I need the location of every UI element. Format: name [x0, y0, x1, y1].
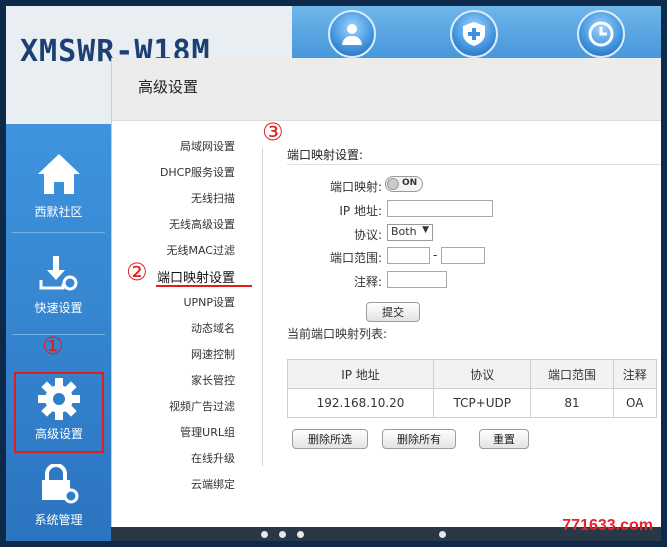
submit-button[interactable]: 提交 [366, 302, 420, 322]
submenu-item[interactable]: 动态域名 [117, 320, 257, 336]
nav-item-system-management[interactable]: 系统管理 [6, 463, 111, 528]
table-row[interactable]: 192.168.10.20 TCP+UDP 81 OA [286, 388, 658, 418]
download-gear-icon [39, 256, 77, 291]
lock-gear-icon [41, 463, 78, 504]
home-icon [37, 154, 80, 194]
carousel-dot[interactable] [439, 531, 446, 538]
submenu-item[interactable]: 管理URL组 [117, 424, 257, 440]
ip-label: IP 地址: [339, 204, 382, 218]
row-protocol: 协议: Both ▼ [287, 222, 661, 244]
range-label: 端口范围: [329, 251, 382, 265]
submenu-item[interactable]: 在线升级 [117, 450, 257, 466]
submenu-item[interactable]: 云端绑定 [117, 476, 257, 492]
col-port-range: 端口范围 [530, 359, 614, 389]
submenu-item[interactable]: 无线扫描 [117, 190, 257, 206]
nav-item-quick-setup[interactable]: 快速设置 [6, 254, 111, 316]
submenu-item[interactable]: 无线高级设置 [117, 216, 257, 232]
section-divider [287, 164, 661, 165]
port-map-label: 端口映射: [329, 180, 382, 194]
delete-all-button[interactable]: 删除所有 [382, 429, 456, 449]
ip-address-input[interactable] [387, 200, 493, 217]
row-note: 注释: [287, 269, 661, 291]
section-title: 端口映射设置: [287, 148, 364, 162]
submenu-item[interactable]: 局域网设置 [117, 138, 257, 154]
nav-item-label: 系统管理 [34, 513, 83, 527]
port-range-start-input[interactable] [387, 247, 430, 264]
nav-item-advanced-settings[interactable]: 高级设置 [14, 372, 104, 453]
submenu-item[interactable]: 网速控制 [117, 346, 257, 362]
users-icon[interactable] [328, 10, 376, 58]
chevron-down-icon: ▼ [422, 225, 429, 235]
carousel-dot[interactable] [279, 531, 286, 538]
list-title: 当前端口映射列表: [287, 327, 388, 341]
row-ip: IP 地址: [287, 198, 661, 220]
port-map-toggle[interactable]: ON [385, 176, 423, 192]
toggle-state: ON [402, 178, 418, 188]
port-mapping-table: IP 地址 协议 端口范围 注释 192.168.10.20 TCP+UDP 8… [286, 359, 658, 418]
col-ip: IP 地址 [286, 359, 435, 389]
nav-item-community[interactable]: 西默社区 [6, 152, 111, 220]
cell-port-range: 81 [530, 388, 614, 418]
protocol-select[interactable]: Both ▼ [387, 224, 433, 241]
main-header: 高级设置 [112, 58, 661, 121]
col-protocol: 协议 [433, 359, 532, 389]
submenu-item[interactable]: 无线MAC过滤 [117, 242, 257, 258]
protocol-value: Both [391, 225, 417, 238]
submenu-item[interactable]: 视频广告过滤 [117, 398, 257, 414]
main-panel: 高级设置 局域网设置 DHCP服务设置 无线扫描 无线高级设置 无线MAC过滤 … [111, 58, 661, 527]
nav-item-label: 快速设置 [34, 301, 83, 315]
carousel-dot[interactable] [261, 531, 268, 538]
submenu-item[interactable]: 家长管控 [117, 372, 257, 388]
delete-selected-button[interactable]: 删除所选 [292, 429, 368, 449]
col-note: 注释 [612, 359, 658, 389]
toggle-knob [387, 178, 399, 190]
carousel-dot[interactable] [297, 531, 304, 538]
nav-item-label: 高级设置 [34, 427, 83, 441]
nav-divider [12, 232, 105, 233]
note-label: 注释: [353, 275, 382, 289]
annotation-marker-3: ③ [262, 118, 284, 146]
gear-icon [38, 378, 80, 420]
router-admin-window: XMSWR-W18M 西默社区 快速设置 高级设置 系统管理 ① 高级设置 局域… [6, 6, 661, 541]
table-header-row: IP 地址 协议 端口范围 注释 [286, 359, 658, 389]
cell-protocol: TCP+UDP [433, 388, 532, 418]
annotation-marker-1: ① [42, 332, 64, 360]
cell-note: OA [612, 388, 658, 418]
submenu-item[interactable]: UPNP设置 [117, 294, 257, 310]
submenu-divider [262, 148, 263, 466]
watermark: 771633.com [562, 517, 653, 534]
note-input[interactable] [387, 271, 447, 288]
active-underline [156, 285, 252, 287]
submenu-item[interactable]: DHCP服务设置 [117, 164, 257, 180]
page-title: 高级设置 [138, 78, 199, 96]
reset-button[interactable]: 重置 [479, 429, 529, 449]
row-port-map: 端口映射: ON [287, 174, 661, 196]
row-port-range: 端口范围: - [287, 245, 661, 267]
protocol-label: 协议: [353, 228, 382, 242]
port-range-end-input[interactable] [441, 247, 485, 264]
range-separator: - [433, 248, 438, 262]
shield-icon[interactable] [450, 10, 498, 58]
cell-ip: 192.168.10.20 [286, 388, 435, 418]
left-nav: 西默社区 快速设置 高级设置 系统管理 ① [6, 124, 111, 541]
annotation-marker-2: ② [126, 258, 148, 286]
clock-icon[interactable] [577, 10, 625, 58]
nav-item-label: 西默社区 [34, 205, 83, 219]
